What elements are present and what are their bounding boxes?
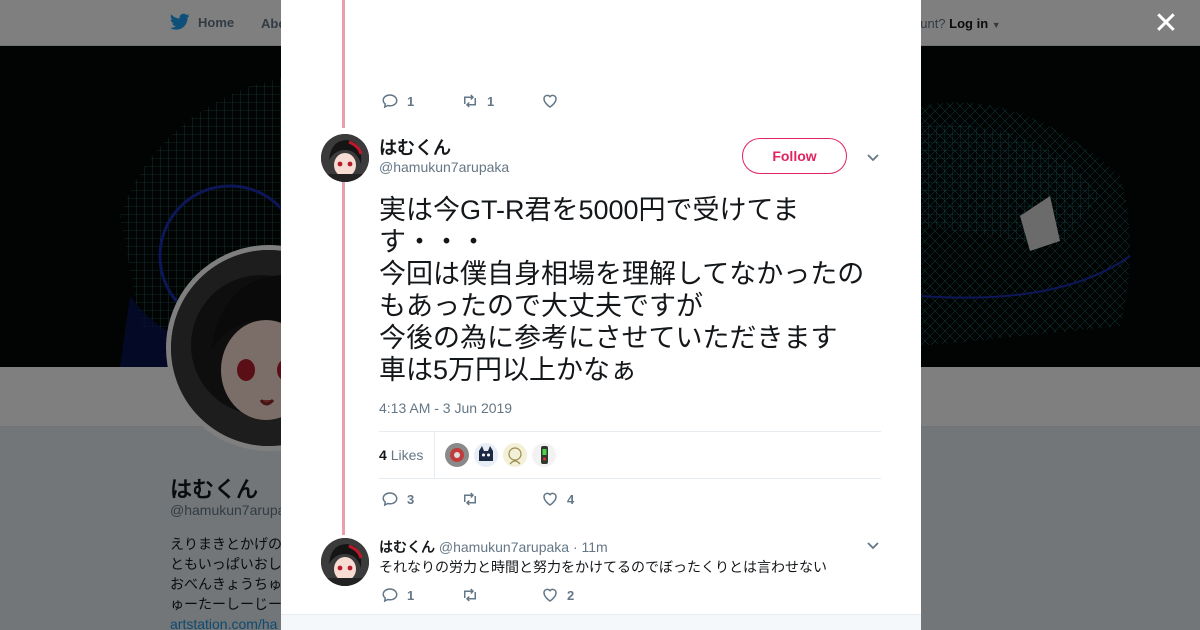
- author-avatar[interactable]: [321, 134, 369, 182]
- reply-icon: [382, 588, 398, 603]
- modal-bottom-bar: [281, 614, 921, 630]
- reply-icon: [382, 94, 398, 109]
- chevron-down-icon[interactable]: [865, 149, 881, 165]
- like-button[interactable]: 2: [541, 586, 621, 604]
- heart-icon: [543, 94, 557, 108]
- retweet-icon: [464, 492, 476, 506]
- reply-author-handle[interactable]: @hamukun7arupaka: [439, 539, 569, 555]
- reply-author-name[interactable]: はむくん: [379, 539, 435, 555]
- tweet-text: 実は今GT-R君を5000円で受けてま す・・・ 今回は僕自身相場を理解してなか…: [379, 194, 889, 386]
- tweet-text-line: す・・・: [379, 227, 487, 257]
- chevron-down-icon[interactable]: [865, 537, 881, 553]
- tweet-text-line: もあったので大丈夫ですが: [379, 291, 703, 321]
- retweet-button[interactable]: [461, 490, 541, 508]
- like-count: 4: [567, 491, 575, 507]
- reply-count: 3: [407, 491, 415, 507]
- anime-character-avatar-image: [321, 134, 369, 182]
- main-tweet-actions: 3 4: [381, 490, 621, 508]
- tweet-stats: 4 Likes: [379, 431, 881, 479]
- tweet-text-line: 車は5万円以上かなぁ: [379, 355, 638, 385]
- liker-avatar[interactable]: [503, 443, 527, 467]
- reply-button[interactable]: 1: [381, 92, 461, 110]
- reply-tweet-text: それなりの労力と時間と努力をかけてるのでぼったくりとは言わせない: [379, 559, 827, 575]
- tweet-text-line: 実は今GT-R君を5000円で受けてま: [379, 195, 800, 225]
- likes-stat[interactable]: 4 Likes: [379, 447, 423, 463]
- tweet-text-line: 今回は僕自身相場を理解してなかったの: [379, 259, 865, 289]
- likes-label: Likes: [390, 447, 424, 463]
- thread-connector-line: [342, 182, 345, 535]
- retweet-count: 1: [487, 93, 495, 109]
- tweet-permalink-modal: 1 1 はむくん @hamukun7arupaka Follow 実は今GT-R…: [281, 0, 921, 630]
- reply-button[interactable]: 3: [381, 490, 461, 508]
- reply-icon: [382, 492, 398, 507]
- tweet-text-line: 今後の為に参考にさせていただきます: [379, 323, 838, 353]
- reply-time-ago[interactable]: · 11m: [573, 539, 608, 555]
- heart-icon: [543, 588, 557, 602]
- reply-header: はむくん @hamukun7arupaka · 11m: [379, 537, 608, 557]
- stats-divider: [434, 432, 435, 478]
- retweet-icon: [464, 588, 476, 602]
- like-button[interactable]: 4: [541, 490, 621, 508]
- follow-button[interactable]: Follow: [742, 138, 847, 174]
- retweet-button[interactable]: 1: [461, 92, 541, 110]
- anime-character-avatar-image: [321, 538, 369, 586]
- retweet-icon: [464, 94, 476, 108]
- liker-avatar[interactable]: [474, 443, 498, 467]
- tweet-timestamp[interactable]: 4:13 AM - 3 Jun 2019: [379, 400, 512, 416]
- prev-tweet-actions: 1 1: [381, 92, 621, 110]
- liker-avatars: [445, 443, 556, 467]
- close-icon[interactable]: ✕: [1152, 9, 1180, 39]
- author-handle[interactable]: @hamukun7arupaka: [379, 159, 509, 175]
- reply-count: 1: [407, 93, 415, 109]
- like-count: 2: [567, 587, 575, 603]
- like-button[interactable]: [541, 92, 621, 110]
- thread-connector-line: [342, 0, 345, 128]
- reply-tweet-actions: 1 2: [381, 586, 621, 604]
- liker-avatar[interactable]: [532, 443, 556, 467]
- liker-avatar[interactable]: [445, 443, 469, 467]
- likes-number: 4: [379, 447, 387, 463]
- author-name[interactable]: はむくん: [379, 134, 451, 160]
- retweet-button[interactable]: [461, 586, 541, 604]
- heart-icon: [543, 492, 557, 506]
- reply-count: 1: [407, 587, 415, 603]
- reply-author-avatar[interactable]: [321, 538, 369, 586]
- reply-button[interactable]: 1: [381, 586, 461, 604]
